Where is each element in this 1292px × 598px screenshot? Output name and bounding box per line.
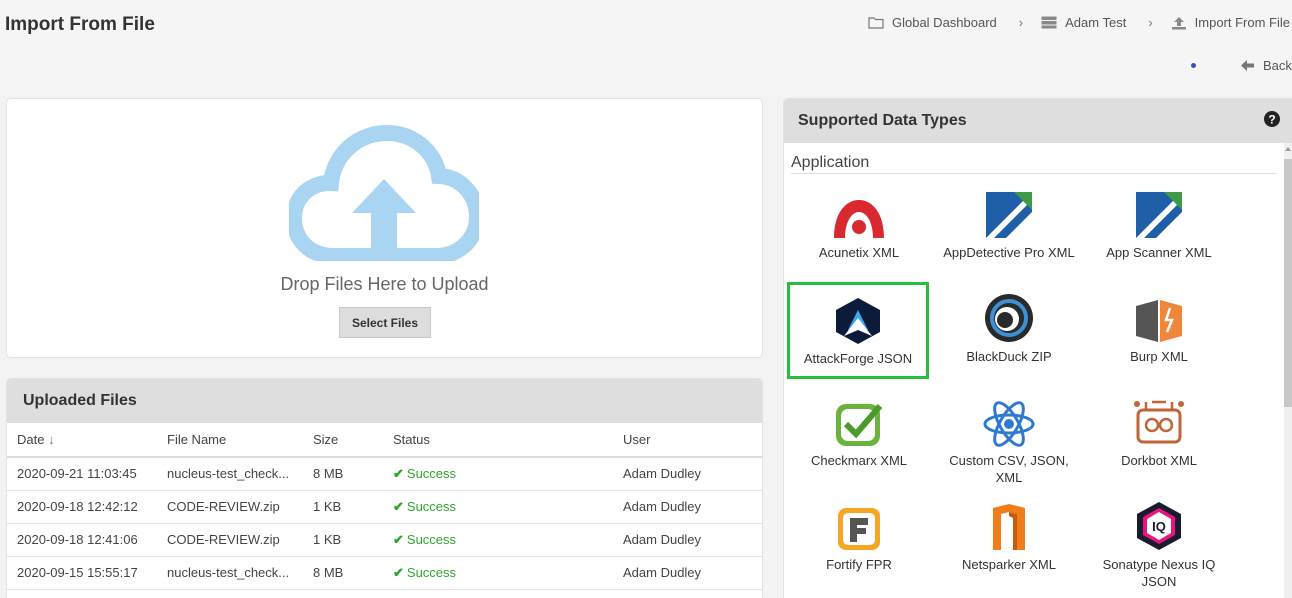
page-title: Import From File [5, 14, 155, 35]
table-row[interactable]: 2020-09-15 15:55:17 nucleus-test_check..… [7, 556, 762, 590]
data-type-checkmarx[interactable]: Checkmarx XML [789, 396, 929, 469]
netsparker-logo-icon [993, 504, 1025, 550]
appdetective-logo-icon [986, 192, 1032, 238]
section-title-application: Application [791, 154, 870, 171]
cell-user: Adam Dudley [613, 457, 762, 491]
attackforge-logo-icon [836, 298, 880, 344]
indicator-dot [1191, 63, 1196, 68]
data-type-app-scanner[interactable]: App Scanner XML [1089, 188, 1229, 261]
cell-status: ✔ Success [383, 490, 613, 524]
breadcrumb-label: Import From File [1194, 15, 1290, 30]
table-row[interactable]: 2020-09-18 12:42:12 CODE-REVIEW.zip 1 KB… [7, 490, 762, 524]
burp-logo-icon [1136, 300, 1182, 342]
data-type-netsparker[interactable]: Netsparker XML [939, 500, 1079, 573]
table-row[interactable]: 2020-09-21 11:03:45 nucleus-test_check..… [7, 457, 762, 491]
fortify-logo-icon [838, 508, 880, 550]
cell-user: Adam Dudley [613, 523, 762, 557]
table-row[interactable]: 2020-09-18 12:41:06 CODE-REVIEW.zip 1 KB… [7, 523, 762, 557]
breadcrumb-global-dashboard[interactable]: Global Dashboard [868, 15, 997, 30]
drop-files-text: Drop Files Here to Upload [280, 274, 489, 294]
breadcrumb-adam-test[interactable]: Adam Test [1041, 15, 1126, 30]
sonatype-logo-icon: IQ [1137, 502, 1181, 550]
select-files-button[interactable]: Select Files [339, 307, 431, 338]
svg-text:?: ? [1268, 113, 1275, 127]
check-icon: ✔ [393, 498, 404, 514]
svg-text:IQ: IQ [1152, 519, 1166, 534]
cell-file-name: CODE-REVIEW.zip [157, 490, 303, 524]
scroll-up-arrow-icon[interactable] [1285, 147, 1291, 151]
supported-data-types-title: Supported Data Types ? [784, 99, 1292, 143]
data-type-burp[interactable]: Burp XML [1089, 292, 1229, 365]
cell-date: 2020-09-21 11:03:45 [7, 457, 157, 491]
cell-status: ✔ Success [383, 457, 613, 491]
uploaded-files-title: Uploaded Files [7, 379, 762, 423]
back-button[interactable]: Back [1240, 58, 1292, 73]
data-type-dorkbot[interactable]: Dorkbot XML [1089, 396, 1229, 469]
supported-data-types-panel: Supported Data Types ? Application Acune… [783, 98, 1292, 598]
breadcrumb-import-from-file[interactable]: Import From File [1171, 15, 1290, 30]
cell-size: 8 MB [303, 556, 383, 590]
chevron-right-icon: › [1018, 15, 1024, 30]
breadcrumb: Global Dashboard › Adam Test › Import Fr… [868, 15, 1290, 30]
check-icon: ✔ [393, 465, 404, 481]
arrow-left-icon [1241, 60, 1254, 71]
sort-desc-icon: ↓ [48, 432, 55, 447]
back-label: Back [1263, 58, 1292, 73]
acunetix-logo-icon [834, 200, 884, 238]
dorkbot-logo-icon [1134, 400, 1184, 444]
custom-format-logo-icon [983, 401, 1035, 447]
help-icon[interactable]: ? [1264, 111, 1280, 127]
column-header-status[interactable]: Status [383, 423, 613, 458]
data-type-sonatype[interactable]: IQ Sonatype Nexus IQ JSON [1089, 500, 1229, 590]
cell-size: 8 MB [303, 457, 383, 491]
cell-file-name: CODE-REVIEW.zip [157, 523, 303, 557]
cell-user: Adam Dudley [613, 490, 762, 524]
check-icon: ✔ [393, 564, 404, 580]
cell-file-name: nucleus-test_check... [157, 457, 303, 491]
data-type-appdetective[interactable]: AppDetective Pro XML [939, 188, 1079, 261]
column-header-file-name[interactable]: File Name [157, 423, 303, 458]
data-type-custom[interactable]: Custom CSV, JSON, XML [939, 396, 1079, 486]
data-type-attackforge[interactable]: AttackForge JSON [787, 282, 929, 379]
chevron-right-icon: › [1148, 15, 1153, 30]
check-icon: ✔ [393, 531, 404, 547]
data-type-acunetix[interactable]: Acunetix XML [789, 188, 929, 261]
checkmarx-logo-icon [836, 404, 883, 446]
cell-size: 1 KB [303, 490, 383, 524]
breadcrumb-label: Adam Test [1065, 15, 1127, 30]
app-scanner-logo-icon [1136, 192, 1182, 238]
data-type-blackduck[interactable]: BlackDuck ZIP [939, 292, 1079, 365]
cell-date: 2020-09-18 12:42:12 [7, 490, 157, 524]
uploaded-files-panel: Uploaded Files Date ↓ File Name Size Sta… [6, 378, 763, 598]
column-header-user[interactable]: User [613, 423, 762, 458]
scrollbar-thumb[interactable] [1284, 159, 1292, 407]
blackduck-logo-icon [985, 294, 1033, 342]
cell-status: ✔ Success [383, 556, 613, 590]
cell-date: 2020-09-18 12:41:06 [7, 523, 157, 557]
breadcrumb-label: Global Dashboard [891, 15, 997, 30]
cell-file-name: nucleus-test_check... [157, 556, 303, 590]
server-icon [1041, 16, 1057, 29]
cell-status: ✔ Success [383, 523, 613, 557]
column-header-date[interactable]: Date ↓ [7, 423, 157, 458]
upload-dropzone[interactable]: Drop Files Here to Upload Select Files [6, 98, 763, 358]
uploaded-files-table: Date ↓ File Name Size Status User 2020-0… [7, 423, 762, 590]
upload-icon [1171, 16, 1186, 29]
data-type-fortify[interactable]: Fortify FPR [789, 500, 929, 573]
folder-icon [868, 17, 884, 29]
cell-size: 1 KB [303, 523, 383, 557]
cloud-upload-icon [289, 124, 479, 261]
column-header-size[interactable]: Size [303, 423, 383, 458]
cell-user: Adam Dudley [613, 556, 762, 590]
cell-date: 2020-09-15 15:55:17 [7, 556, 157, 590]
section-divider [791, 173, 1276, 174]
